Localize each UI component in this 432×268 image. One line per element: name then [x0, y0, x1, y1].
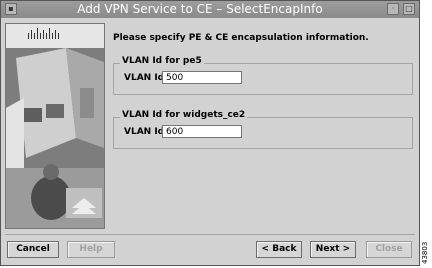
window-menu-icon[interactable]: ▪: [5, 3, 17, 15]
figure-id: 43803: [421, 241, 429, 264]
vlan-group-pe: VLAN Id for pe5 VLAN Id:: [113, 56, 413, 95]
cisco-logo-icon: [6, 24, 104, 48]
back-button[interactable]: < Back: [256, 241, 302, 258]
instruction-text: Please specify PE & CE encapsulation inf…: [113, 33, 369, 43]
maximize-icon[interactable]: □: [403, 3, 415, 15]
close-button[interactable]: Close: [366, 241, 412, 258]
title-bar[interactable]: ▪ Add VPN Service to CE – SelectEncapInf…: [1, 1, 419, 18]
vlan-id-input-ce[interactable]: [162, 125, 242, 138]
divider: [5, 234, 415, 235]
cancel-button[interactable]: Cancel: [7, 241, 59, 258]
side-illustration: [5, 23, 105, 229]
minimize-icon[interactable]: ·: [387, 3, 399, 15]
vlan-id-input-pe[interactable]: [162, 71, 242, 84]
group-title: VLAN Id for pe5: [120, 56, 204, 66]
wizard-window: ▪ Add VPN Service to CE – SelectEncapInf…: [0, 0, 420, 266]
group-title: VLAN Id for widgets_ce2: [120, 110, 248, 120]
help-button[interactable]: Help: [67, 241, 115, 258]
next-button[interactable]: Next >: [310, 241, 356, 258]
window-title: Add VPN Service to CE – SelectEncapInfo: [77, 2, 323, 16]
building-illustration: [6, 48, 104, 228]
vlan-group-ce: VLAN Id for widgets_ce2 VLAN Id:: [113, 110, 413, 149]
